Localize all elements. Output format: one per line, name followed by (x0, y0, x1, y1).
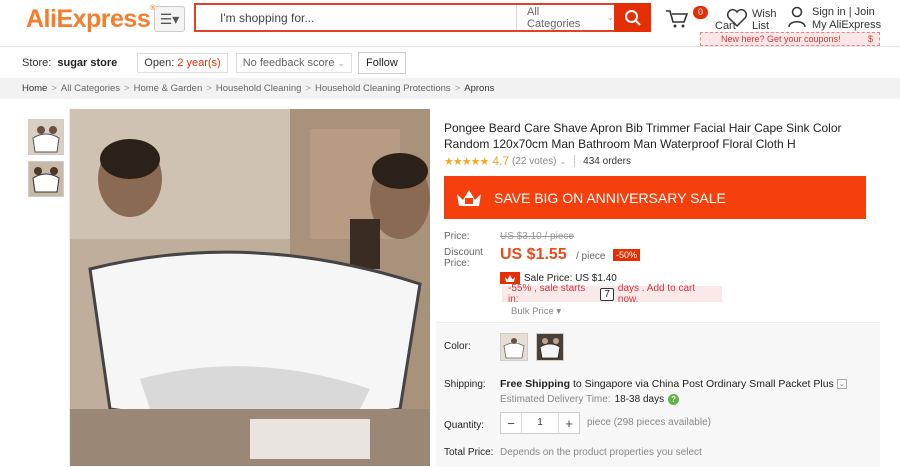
feedback-score[interactable]: No feedback score ⌄ (235, 52, 353, 73)
category-select[interactable]: All Categories ⌄ (516, 5, 614, 30)
quantity-stepper: − 1 + (500, 412, 580, 434)
thumbnail-2[interactable] (28, 161, 64, 197)
my-aliexpress-link[interactable]: My AliExpress (812, 19, 881, 32)
anniversary-sale-banner: SAVE BIG ON ANNIVERSARY SALE (444, 176, 866, 219)
purchase-options: Color: Shipping: Free Shipping to Singap… (436, 322, 880, 467)
decrease-quantity-button[interactable]: − (501, 416, 521, 431)
color-swatch-2[interactable] (536, 333, 564, 361)
price-label: Price: (444, 231, 470, 242)
increase-quantity-button[interactable]: + (559, 416, 579, 431)
breadcrumb-home[interactable]: Home (22, 83, 47, 94)
breadcrumb-all-categories[interactable]: All Categories (61, 83, 120, 94)
sale-banner-text: SAVE BIG ON ANNIVERSARY SALE (494, 189, 726, 206)
chevron-down-icon: ⌄ (606, 12, 614, 22)
breadcrumb-home-garden[interactable]: Home & Garden (134, 83, 203, 94)
star-rating-icon: ★★★★★ (444, 155, 489, 168)
shipping-method[interactable]: Free Shipping to Singapore via China Pos… (500, 378, 847, 390)
original-price: US $3.10 / piece (500, 231, 574, 242)
wishlist-link[interactable]: Wish List (726, 8, 776, 32)
total-price-value: Depends on the product properties you se… (500, 447, 702, 458)
coupon-banner[interactable]: New here? Get your coupons! $ (700, 32, 880, 46)
list-label: List (752, 20, 770, 32)
total-price-label: Total Price: (444, 447, 494, 458)
cart-icon (666, 10, 689, 28)
cart-count-badge: 0 (693, 6, 709, 19)
rating-score: 4.7 (492, 154, 509, 168)
thumbnail-list (22, 109, 70, 466)
store-bar: Store: sugar store Open: 2 year(s) No fe… (0, 48, 900, 77)
chevron-down-icon: ⌄ (337, 57, 346, 68)
hamburger-icon: ☰▾ (159, 10, 180, 27)
help-icon[interactable]: ? (668, 394, 680, 405)
breadcrumb-cleaning-protections[interactable]: Household Cleaning Protections (315, 83, 451, 94)
product-title: Pongee Beard Care Shave Apron Bib Trimme… (444, 121, 842, 151)
join-link[interactable]: Join (855, 6, 875, 18)
price-section: Price: US $3.10 / piece Discount Price: U… (436, 222, 880, 322)
pieces-available: piece (298 pieces available) (587, 417, 711, 428)
search-input[interactable] (220, 5, 520, 30)
store-label: Store: (22, 56, 52, 69)
user-icon (788, 6, 806, 28)
breadcrumb-household-cleaning[interactable]: Household Cleaning (216, 83, 302, 94)
heart-icon (726, 8, 748, 28)
main-product-image[interactable] (70, 109, 430, 466)
chevron-down-icon: ⌄ (836, 379, 847, 390)
chevron-down-icon: ▾ (556, 306, 562, 317)
color-label: Color: (444, 341, 471, 352)
thumbnail-1[interactable] (28, 119, 64, 155)
follow-button[interactable]: Follow (358, 51, 406, 74)
quantity-label: Quantity: (444, 420, 485, 431)
shipping-label: Shipping: (444, 379, 486, 390)
chevron-down-icon: ⌄ (559, 156, 567, 166)
countdown-days: 7 (600, 287, 614, 301)
orders-count: 434 orders (583, 155, 631, 167)
top-header: AliExpress® ☰▾ All Categories⌄ 0 Cart Wi… (0, 0, 900, 47)
search-icon (624, 9, 641, 26)
categories-menu-button[interactable]: ☰▾ (154, 6, 185, 32)
bulk-price-toggle[interactable]: Bulk Price ▾ (511, 306, 561, 317)
discount-label: Discount Price: (444, 247, 483, 269)
account-menu[interactable]: Sign in | Join My AliExpress (788, 6, 881, 32)
percent-off-badge: -50% (613, 249, 641, 261)
signin-link[interactable]: Sign in (812, 6, 846, 18)
quantity-input[interactable]: 1 (521, 413, 559, 433)
search-button[interactable] (614, 3, 651, 32)
per-piece: / piece (576, 251, 606, 262)
discount-price: US $1.55 (500, 246, 567, 263)
color-swatch-1[interactable] (500, 333, 528, 361)
wish-label: Wish (752, 8, 777, 20)
votes-link[interactable]: (22 votes) (512, 156, 556, 167)
store-open-badge: Open: 2 year(s) (137, 52, 228, 73)
product-gallery (22, 109, 430, 466)
breadcrumb-aprons[interactable]: Aprons (464, 83, 494, 94)
dollar-icon: $ (867, 34, 873, 44)
store-name-link[interactable]: sugar store (57, 57, 117, 69)
delivery-estimate: Estimated Delivery Time: 18-38 days ? (500, 394, 680, 405)
search-bar: All Categories⌄ (194, 3, 614, 32)
aliexpress-logo[interactable]: AliExpress® (26, 5, 155, 34)
sale-countdown: -55% , sale starts in: 7 days . Add to c… (502, 283, 722, 305)
rating-row: ★★★★★ 4.7 (22 votes) ⌄ 434 orders (444, 154, 631, 168)
crown-icon (457, 189, 481, 206)
breadcrumb: Home > All Categories > Home & Garden > Hou… (0, 78, 900, 99)
